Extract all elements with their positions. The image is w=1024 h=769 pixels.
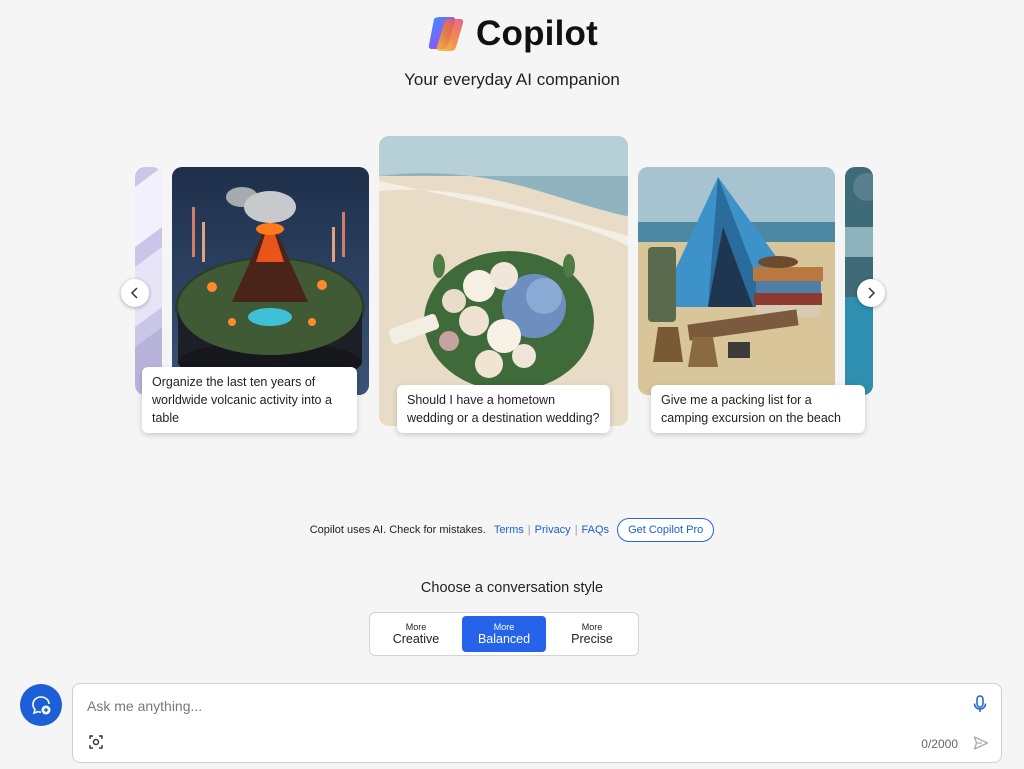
- chat-input-box: 0/2000: [72, 683, 1002, 763]
- microphone-icon[interactable]: [973, 695, 987, 713]
- new-topic-button[interactable]: [20, 684, 62, 726]
- disclaimer-bar: Copilot uses AI. Check for mistakes. Ter…: [0, 518, 1024, 542]
- carousel-card-volcano[interactable]: [172, 167, 369, 395]
- conversation-style-label: Choose a conversation style: [420, 580, 604, 596]
- tagline: Your everyday AI companion: [404, 70, 620, 89]
- style-option-balanced[interactable]: More Balanced: [462, 616, 546, 652]
- style-option-creative[interactable]: More Creative: [374, 616, 458, 652]
- style-option-prefix: More: [493, 622, 515, 632]
- brand: Copilot: [426, 14, 598, 54]
- style-option-label: Creative: [392, 632, 440, 646]
- style-option-label: Balanced: [477, 632, 531, 646]
- prompt-caption-volcano[interactable]: Organize the last ten years of worldwide…: [142, 367, 357, 433]
- chat-input[interactable]: [87, 698, 947, 714]
- prompt-caption-camping[interactable]: Give me a packing list for a camping exc…: [651, 385, 865, 433]
- new-chat-icon: [32, 696, 51, 715]
- volcano-infographic-image: [172, 167, 369, 395]
- style-option-label: Precise: [571, 632, 613, 646]
- link-separator: |: [527, 524, 531, 536]
- conversation-style-selector: More Creative More Balanced More Precise: [369, 612, 639, 656]
- terms-link[interactable]: Terms: [494, 524, 524, 536]
- style-option-prefix: More: [581, 622, 603, 632]
- style-option-precise[interactable]: More Precise: [550, 616, 634, 652]
- character-counter: 0/2000: [921, 737, 958, 751]
- header: Copilot Your everyday AI companion: [0, 14, 1024, 90]
- prompt-caption-wedding[interactable]: Should I have a hometown wedding or a de…: [397, 385, 610, 433]
- faqs-link[interactable]: FAQs: [582, 524, 610, 536]
- chevron-right-icon: [868, 287, 876, 299]
- image-search-icon[interactable]: [89, 735, 103, 749]
- prompt-caption-text: Should I have a hometown wedding or a de…: [407, 393, 600, 425]
- carousel-next-button[interactable]: [857, 279, 885, 307]
- chevron-left-icon: [130, 287, 138, 299]
- carousel-card-wedding[interactable]: [379, 136, 628, 426]
- carousel-card-camping[interactable]: [638, 167, 835, 395]
- get-copilot-pro-button[interactable]: Get Copilot Pro: [617, 518, 715, 542]
- link-separator: |: [574, 524, 578, 536]
- beach-camping-image: [638, 167, 835, 395]
- style-option-prefix: More: [405, 622, 427, 632]
- copilot-logo-icon: [428, 17, 464, 51]
- prompt-caption-text: Organize the last ten years of worldwide…: [152, 375, 332, 425]
- wedding-bouquet-image: [379, 136, 628, 426]
- privacy-link[interactable]: Privacy: [535, 524, 571, 536]
- prompt-carousel: Organize the last ten years of worldwide…: [135, 136, 873, 446]
- prompt-caption-text: Give me a packing list for a camping exc…: [661, 393, 841, 425]
- send-icon[interactable]: [973, 735, 989, 751]
- disclaimer-text: Copilot uses AI. Check for mistakes.: [309, 524, 486, 536]
- carousel-prev-button[interactable]: [121, 279, 149, 307]
- app-title: Copilot: [476, 14, 598, 53]
